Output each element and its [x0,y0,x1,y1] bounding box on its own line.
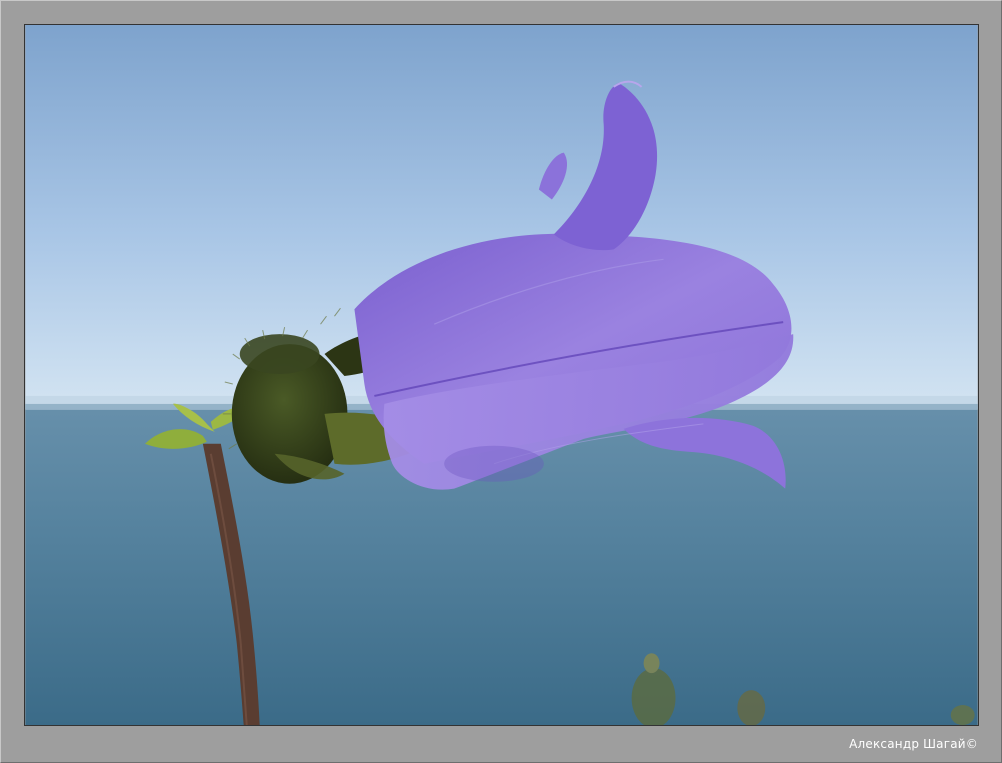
photographer-credit: Александр Шагай© [849,737,978,751]
photo-frame [0,0,1002,763]
photograph [24,24,979,726]
bellflower-photo [25,25,978,725]
